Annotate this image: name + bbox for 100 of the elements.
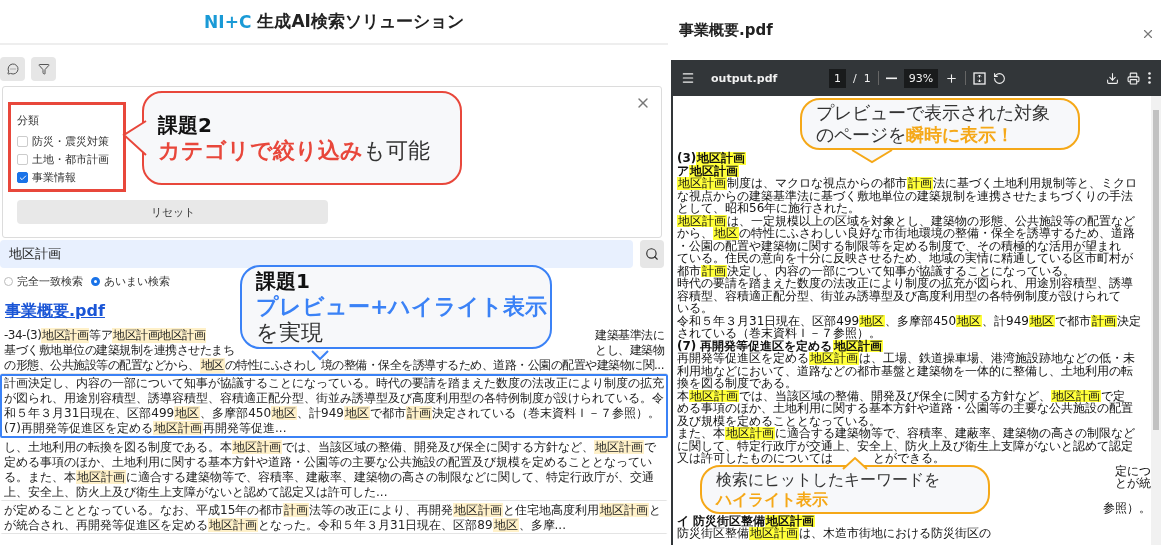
search-icon xyxy=(645,247,659,261)
zoom-out-button[interactable] xyxy=(885,76,897,80)
document-text: 及び規模を定めることとなっている。 xyxy=(677,414,881,427)
checkbox[interactable] xyxy=(17,154,28,165)
filter-icon xyxy=(37,63,50,75)
radio-button[interactable] xyxy=(91,277,100,286)
fit-page-button[interactable] xyxy=(973,71,987,85)
download-button[interactable] xyxy=(1106,71,1119,85)
print-button[interactable] xyxy=(1127,71,1140,85)
highlighted-keyword: 計画 xyxy=(1091,314,1117,327)
download-icon xyxy=(1106,71,1119,85)
file-link[interactable]: 事業概要.pdf xyxy=(5,301,105,321)
radio-label: あいまい検索 xyxy=(104,274,170,289)
rotate-button[interactable] xyxy=(993,71,1007,85)
document-text: 利用地などにおいて、道路などの都市基盤と建築物を一体的に整備し、土地利用の転 xyxy=(677,364,1133,377)
highlighted-keyword: 地区計画 xyxy=(677,214,727,227)
brand-name: NI+C xyxy=(204,11,252,32)
highlighted-keyword: 地区 xyxy=(1029,314,1055,327)
document-text: 制度は、マクロな視点からの都市 xyxy=(727,177,907,190)
document-text: では、当該区域の整備、開発及び保全に関する方針など、 xyxy=(739,389,1051,402)
document-text: ている。住民の意向を十分に反映させるため、地域の実情に精通している区市町村が xyxy=(677,252,1133,265)
checkbox-label: 土地・都市計画 xyxy=(32,152,109,167)
highlighted-keyword: 計画 xyxy=(701,264,727,277)
document-text: な視点からの建築基準法に基づく敷地単位の建築規制を連携させたまちづくりの手法 xyxy=(677,189,1133,202)
document-text: 再開発等促進区を定める xyxy=(677,352,809,365)
close-icon xyxy=(1141,27,1155,41)
document-text: 決定し、内容の一部について知事が協議することになっている。 xyxy=(727,264,1075,277)
callout-text: のページを xyxy=(816,124,906,146)
snippet-text: -34-(3) xyxy=(4,328,42,343)
close-button[interactable] xyxy=(1141,27,1155,41)
document-text: 防災街区整備 xyxy=(677,527,749,540)
vertical-dots-icon xyxy=(1148,72,1151,84)
menu-button[interactable] xyxy=(681,71,695,85)
document-text: いる。 xyxy=(677,302,713,315)
highlighted-keyword: 地区計画 xyxy=(765,514,816,527)
document-text: 時代の要請を踏まえた数度の法改正により制度の拡充が図られ、用途別容積型、誘導 xyxy=(677,277,1133,290)
checkbox-label: 防災・震災対策 xyxy=(32,134,109,149)
highlighted-keyword: 地区 xyxy=(956,314,983,327)
document-text: 令和５年３月31日現在、区部499 xyxy=(677,314,860,327)
viewer-file-name: output.pdf xyxy=(711,71,779,85)
page-total: 1 xyxy=(863,71,871,85)
highlighted-keyword: 計画 xyxy=(907,177,933,190)
document-text: 参照）。 xyxy=(1103,502,1151,515)
callout-text: プレビューで表示された対象 xyxy=(816,102,1050,124)
document-text: 決定 xyxy=(1117,314,1141,327)
printer-icon xyxy=(1127,71,1140,85)
document-text: に適合する建築物等で、容積率、建蔽率、建築物の高さの制限など xyxy=(775,427,1135,440)
document-text: 換を図る制度である。 xyxy=(677,377,797,390)
document-text: 都市 xyxy=(677,264,701,277)
highlighted-keyword: 地区 xyxy=(199,358,225,373)
highlighted-keyword: 地区計画地区計画 xyxy=(112,328,207,343)
callout-heading: 課題2 xyxy=(158,112,212,138)
highlighted-keyword: 地区計画 xyxy=(696,152,747,165)
search-field[interactable]: 地区計画 xyxy=(0,240,633,268)
more-button[interactable] xyxy=(1148,72,1151,84)
callout-text: 検索にヒットしたキーワードを xyxy=(716,469,940,490)
filter-button[interactable] xyxy=(31,57,56,81)
highlighted-keyword: 地区計画 xyxy=(1051,389,1101,402)
callout-emphasis: ハイライト表示 xyxy=(716,489,828,510)
highlighted-keyword: 地区 xyxy=(713,227,739,240)
zoom-in-button[interactable] xyxy=(945,71,959,85)
check-icon xyxy=(18,173,27,182)
document-text: 定につ xyxy=(1115,464,1151,477)
callout-text: も可能 xyxy=(363,137,430,164)
checkbox-label: 事業情報 xyxy=(32,170,76,185)
page-separator: / xyxy=(853,71,857,85)
search-button[interactable] xyxy=(640,240,664,268)
reset-button[interactable]: リセット xyxy=(17,200,328,224)
highlighted-keyword: 地区計画 xyxy=(41,328,90,343)
document-text: 容積型、容積適正配分型、街並み誘導型及び高度利用型の各特例制度が設けられて xyxy=(677,289,1121,302)
callout-emphasis: プレビュー+ハイライト表示 xyxy=(256,293,548,320)
callout-emphasis: カテゴリで絞り込み xyxy=(158,137,363,164)
document-text: 法に基づく土地利用規制等と、ミクロ xyxy=(933,177,1137,190)
scrollbar[interactable] xyxy=(1151,96,1161,545)
snippet-text: の特性にふさわし xyxy=(224,358,317,373)
document-text: とが統 xyxy=(1115,477,1151,490)
zoom-field[interactable]: 93% xyxy=(903,68,939,88)
checkbox[interactable] xyxy=(17,136,28,147)
snippet-text: 境の整備・保全を誘導するため、道路・公園の配置や建築物に関... xyxy=(320,358,664,373)
document-text: また、本 xyxy=(677,427,725,440)
document-text: (7) 再開発等促進区を定める xyxy=(677,339,833,352)
document-text: は、工場、鉄道操車場、港湾施設跡地などの低・未 xyxy=(859,352,1135,365)
radio-button[interactable] xyxy=(4,277,13,286)
highlighted-keyword: 地区計画 xyxy=(725,427,775,440)
chat-icon xyxy=(6,63,19,75)
highlighted-keyword: 地区計画 xyxy=(677,177,727,190)
rotate-icon xyxy=(993,71,1007,85)
checkbox[interactable] xyxy=(17,172,28,183)
document-text: は、一定規模以上の区域を対象とし、建築物の形態、公共施設等の配置など xyxy=(727,214,1135,227)
highlighted-keyword: 地区計画 xyxy=(749,527,799,540)
filter-label: 分類 xyxy=(17,113,40,128)
highlighted-keyword: 地区計画 xyxy=(689,389,739,402)
page-number-field[interactable]: 1 xyxy=(829,68,846,88)
snippet-text: の形態、公共施設等の配置などから、 xyxy=(4,358,200,373)
document-text: 本 xyxy=(677,389,689,402)
chat-button[interactable] xyxy=(0,57,25,81)
highlighted-keyword: 地区計画 xyxy=(809,352,859,365)
document-text: として、昭和56年に施行された。 xyxy=(677,202,861,215)
document-text: ・公園の配置や建築物に関する制限等を定める制度で、その積極的な活用が望まれ xyxy=(677,239,1121,252)
menu-icon xyxy=(681,71,695,85)
